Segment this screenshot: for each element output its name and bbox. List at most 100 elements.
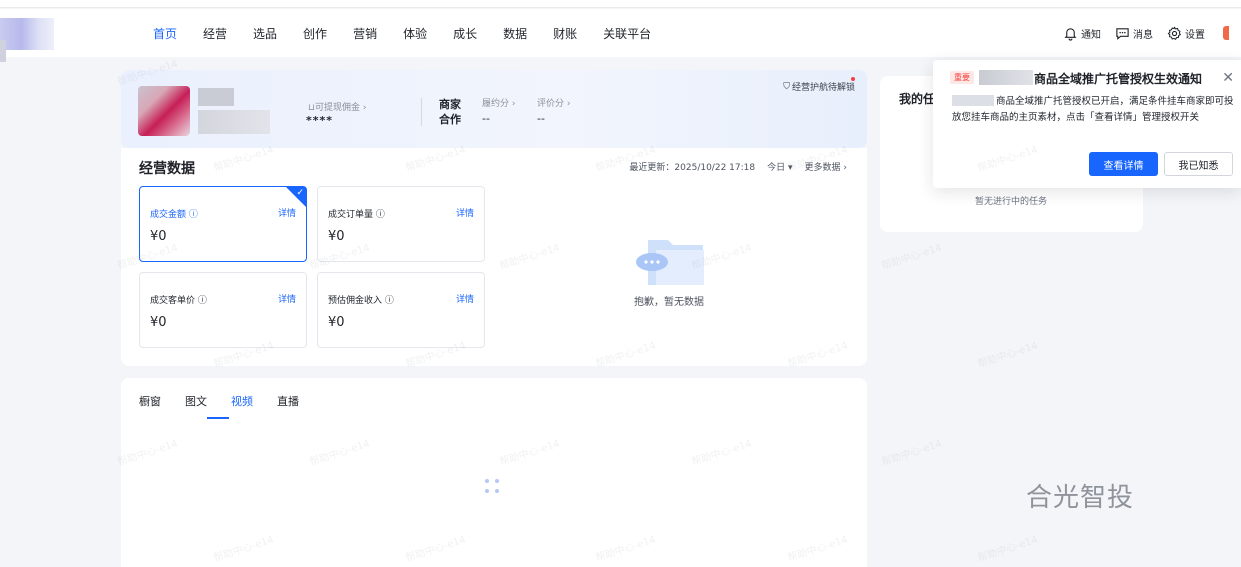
wallet-icon: ⊔ [308, 103, 316, 113]
red-dot-badge [851, 77, 855, 81]
perf-score-link[interactable]: 履约分 › [482, 96, 515, 109]
bell-icon [1064, 27, 1077, 41]
divider [421, 98, 422, 126]
empty-text: 抱歉，暂无数据 [634, 297, 704, 308]
tasks-empty: 暂无进行中的任务 [975, 197, 1048, 207]
avatar[interactable] [138, 86, 190, 136]
more-data-link[interactable]: 更多数据 › [805, 160, 847, 173]
nav-item-creation[interactable]: 创作 [290, 25, 340, 42]
metric-value: ¥0 [328, 315, 345, 330]
last-update: 最近更新：2025/10/22 17:18 [629, 163, 756, 173]
tab-showcase[interactable]: 橱窗 [139, 393, 161, 409]
nav-item-selection[interactable]: 选品 [240, 25, 290, 42]
content-tabs-card: 橱窗 图文 视频 直播 [121, 378, 867, 567]
logo-blurred-edge [0, 40, 6, 62]
logo-blurred[interactable] [0, 18, 54, 50]
metric-label: 成交金额 ⓘ [150, 210, 198, 220]
metric-detail-link[interactable]: 详情 [278, 206, 296, 219]
close-icon[interactable]: ✕ [1222, 70, 1234, 86]
period-label: 今日 [767, 163, 786, 173]
business-meta: 最近更新：2025/10/22 17:18 今日 ▾ 更多数据 › [629, 160, 847, 173]
settings-button[interactable]: 设置 [1167, 25, 1205, 41]
withdraw-link[interactable]: ⊔可提现佣金 › [308, 100, 367, 113]
notice-title: 商品全域推广托管授权生效通知 [1034, 72, 1203, 86]
watermark: 帮助中心-e14 [976, 340, 1040, 371]
metric-detail-link[interactable]: 详情 [456, 206, 474, 219]
merchant-label-2: 合作 [439, 113, 461, 126]
notice-body: 商品全域推广托管授权已开启，满足条件挂车商家即可投放您挂车商品的主页素材，点击「… [952, 96, 1234, 123]
brand-watermark: 合光智投 [1026, 483, 1135, 513]
withdraw-label: 可提现佣金 [315, 103, 361, 113]
metric-card-commission[interactable]: 预估佣金收入 ⓘ 详情 ¥0 [317, 272, 485, 348]
settings-label: 设置 [1185, 29, 1205, 41]
gear-icon [1167, 25, 1182, 40]
metric-card-avg-price[interactable]: 成交客单价 ⓘ 详情 ¥0 [139, 272, 307, 348]
metric-label: 预估佣金收入 ⓘ [328, 296, 394, 306]
info-icon: ⓘ [384, 296, 394, 306]
notice-title-blurred [979, 70, 1033, 85]
notify-label: 通知 [1081, 29, 1101, 41]
perf-score-label: 履约分 [482, 99, 510, 109]
nav-item-experience[interactable]: 体验 [390, 25, 440, 42]
business-title: 经营数据 [139, 161, 195, 177]
nav-item-home[interactable]: 首页 [140, 25, 190, 42]
header-actions: 通知 消息 设置 [1063, 9, 1229, 57]
top-edge [0, 0, 1241, 8]
metric-value: ¥0 [150, 229, 167, 244]
shop-name-blurred [198, 88, 234, 106]
more-data-label: 更多数据 [804, 163, 841, 173]
tasks-title: 我的任 [899, 92, 936, 106]
nav-item-operation[interactable]: 经营 [190, 25, 240, 42]
nav-item-marketing[interactable]: 营销 [340, 25, 390, 42]
watermark: 帮助中心-e14 [976, 534, 1040, 565]
info-icon: ⓘ [188, 210, 198, 220]
metric-detail-link[interactable]: 详情 [456, 292, 474, 305]
message-label: 消息 [1133, 29, 1153, 41]
metric-label: 成交订单量 ⓘ [328, 210, 385, 220]
caret-down-icon: ▾ [787, 163, 793, 173]
perf-score-value: -- [482, 112, 490, 125]
acknowledge-button[interactable]: 我已知悉 [1164, 152, 1233, 176]
nav-item-data[interactable]: 数据 [490, 25, 540, 42]
merchant-label-1: 商家 [439, 98, 461, 111]
tab-image-text[interactable]: 图文 [185, 393, 207, 409]
metric-card-gmv[interactable]: ✓ 成交金额 ⓘ 详情 ¥0 [139, 186, 307, 262]
nav-item-finance[interactable]: 财账 [540, 25, 590, 42]
metric-label: 成交客单价 ⓘ [150, 296, 207, 306]
watermark: 帮助中心-e14 [880, 438, 944, 469]
metric-value: ¥0 [150, 315, 167, 330]
tab-video[interactable]: 视频 [231, 393, 253, 409]
review-score-link[interactable]: 评价分 › [537, 96, 570, 109]
nav-item-growth[interactable]: 成长 [440, 25, 490, 42]
metric-value: ¥0 [328, 229, 345, 244]
tab-active-indicator [207, 417, 229, 419]
metric-card-orders[interactable]: 成交订单量 ⓘ 详情 ¥0 [317, 186, 485, 262]
loading-spinner-icon [485, 479, 505, 499]
main-nav: 首页 经营 选品 创作 营销 体验 成长 数据 财账 关联平台 [140, 9, 664, 57]
metric-detail-link[interactable]: 详情 [278, 292, 296, 305]
guard-badge[interactable]: ⛉ 经营护航待解锁 [783, 80, 855, 94]
tab-live[interactable]: 直播 [277, 393, 299, 409]
review-score-value: -- [537, 112, 545, 125]
guard-label: 经营护航待解锁 [791, 83, 855, 93]
important-tag: 重要 [950, 71, 974, 84]
nav-item-linked-platform[interactable]: 关联平台 [590, 25, 664, 42]
info-icon: ⓘ [375, 210, 385, 220]
notification-popup: 重要 商品全域推广托管授权生效通知 ✕ 商品全域推广托管授权已开启，满足条件挂车… [933, 60, 1241, 188]
chat-icon [1116, 27, 1129, 40]
profile-card: ⊔可提现佣金 › **** 商家 合作 履约分 › -- 评价分 › -- ⛉ 经… [121, 70, 867, 148]
withdraw-value: **** [306, 114, 334, 127]
avatar-edge[interactable] [1223, 26, 1229, 40]
check-icon: ✓ [296, 188, 304, 198]
view-details-button[interactable]: 查看详情 [1089, 152, 1158, 176]
empty-folder-icon [636, 240, 704, 285]
watermark: 帮助中心-e14 [880, 242, 944, 273]
info-icon: ⓘ [197, 296, 207, 306]
notify-button[interactable]: 通知 [1063, 26, 1101, 41]
period-select[interactable]: 今日 ▾ [767, 160, 792, 173]
notice-body-blurred [952, 95, 994, 106]
message-button[interactable]: 消息 [1115, 26, 1153, 41]
shield-icon: ⛉ [783, 81, 790, 92]
shop-info-blurred [198, 110, 270, 134]
business-data-card: 经营数据 最近更新：2025/10/22 17:18 今日 ▾ 更多数据 › ✓… [121, 148, 867, 366]
